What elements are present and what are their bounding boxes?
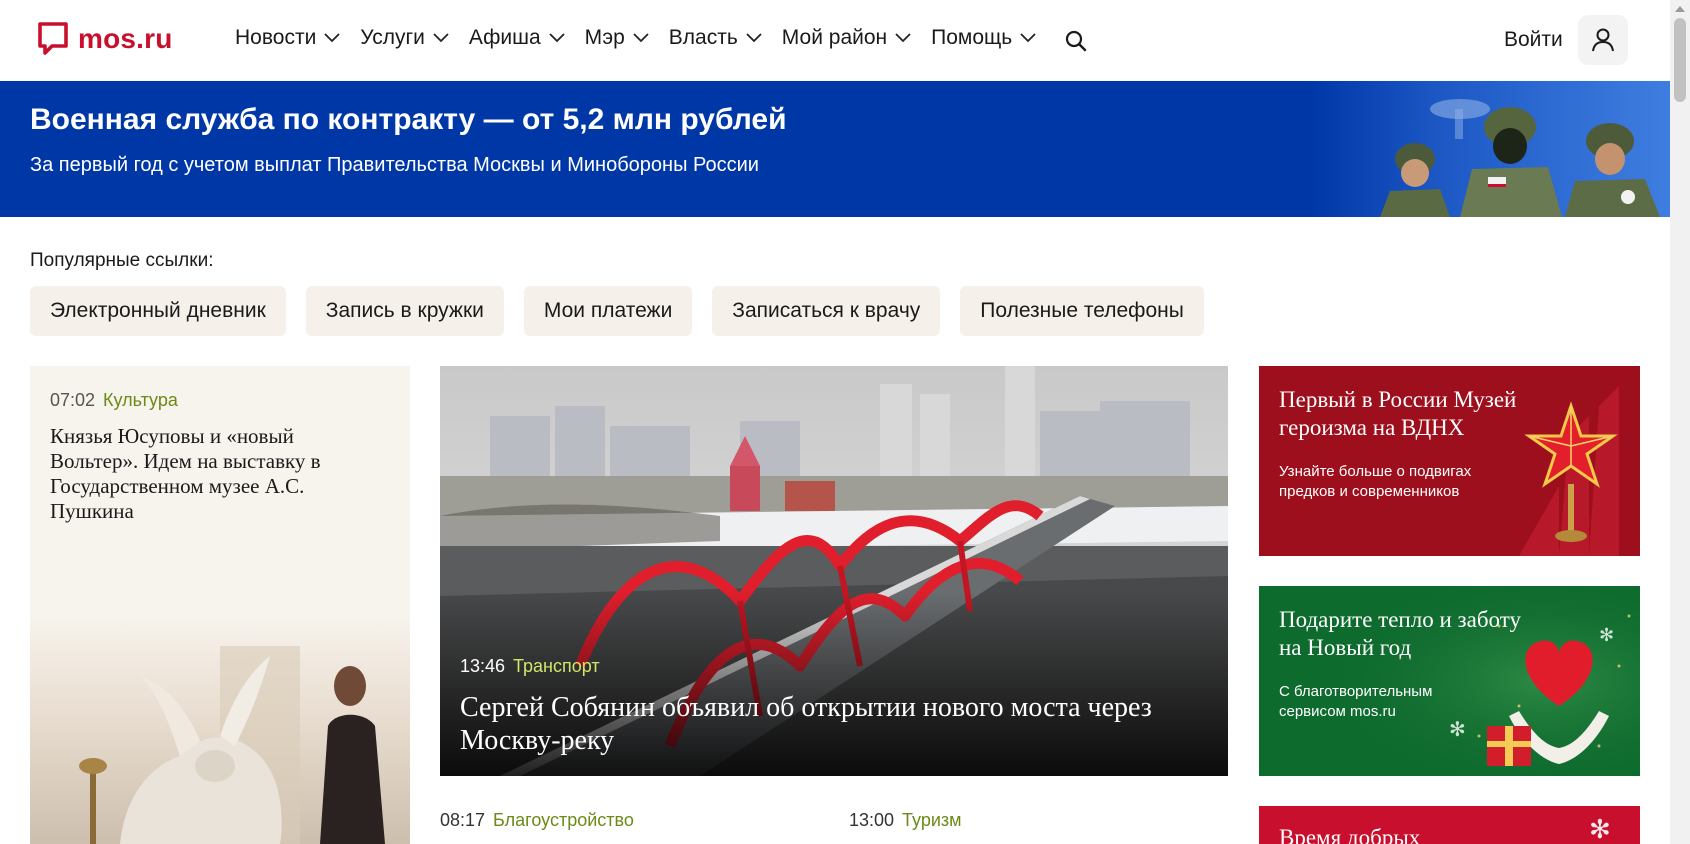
nav-item-label: Помощь: [931, 26, 1013, 49]
promo-time-of-good-deeds[interactable]: ✻ Время добрых: [1259, 806, 1640, 844]
popular-link-payments[interactable]: Мои платежи: [523, 286, 693, 336]
nav-item-label: Мэр: [584, 26, 625, 49]
chevron-down-icon: [633, 33, 649, 43]
news-time: 08:17: [440, 810, 486, 830]
nav-item-label: Афиша: [468, 26, 541, 49]
news-category: Благоустройство: [493, 810, 634, 830]
promo-charity-new-year[interactable]: ✻ ✻ Подарите тепло и заботу на Новый год…: [1259, 586, 1640, 776]
popular-links: Электронный дневник Запись в кружки Мои …: [30, 286, 1204, 336]
nav-item-label: Новости: [235, 26, 317, 49]
search-button[interactable]: [1064, 29, 1088, 53]
promo-banner[interactable]: Военная служба по контракту — от 5,2 млн…: [0, 81, 1670, 217]
nav-item-label: Власть: [668, 26, 738, 49]
news-time: 07:02: [50, 390, 96, 410]
chevron-down-icon: [433, 33, 449, 43]
logo[interactable]: mos.ru: [38, 22, 173, 56]
nav-item-help[interactable]: Помощь: [931, 26, 1036, 50]
svg-text:✻: ✻: [1589, 815, 1611, 844]
news-category: Культура: [103, 390, 178, 410]
promo-title: Первый в России Музей героизма на ВДНХ: [1279, 387, 1517, 440]
popular-link-diary[interactable]: Электронный дневник: [30, 286, 286, 336]
news-item[interactable]: 08:17 Благоустройство: [440, 810, 634, 831]
logo-text: mos.ru: [78, 23, 173, 54]
banner-title: Военная служба по контракту — от 5,2 млн…: [30, 103, 787, 136]
chevron-down-icon: [746, 33, 762, 43]
featured-news-title: Сергей Собянин объявил об открытии новог…: [460, 692, 1152, 756]
featured-news[interactable]: 13:46 Транспорт Сергей Собянин объявил об…: [440, 366, 1228, 776]
nav-item-government[interactable]: Власть: [669, 26, 762, 50]
scroll-up-arrow-icon[interactable]: [1675, 6, 1685, 12]
chevron-down-icon: [1020, 33, 1036, 43]
nav-item-mayor[interactable]: Мэр: [585, 26, 649, 50]
page-scrollbar[interactable]: [1670, 0, 1690, 844]
scrollbar-thumb[interactable]: [1674, 18, 1686, 102]
chevron-down-icon: [895, 33, 911, 43]
popular-links-label: Популярные ссылки:: [30, 250, 214, 271]
user-icon: [1592, 28, 1614, 52]
news-meta: 07:02 Культура: [50, 390, 178, 411]
chevron-down-icon: [549, 33, 565, 43]
promo-title: Подарите тепло и заботу на Новый год: [1279, 607, 1521, 660]
news-item[interactable]: 13:00 Туризм: [849, 810, 962, 831]
promo-title: Время добрых: [1279, 825, 1421, 844]
news-category: Транспорт: [513, 656, 600, 676]
news-time: 13:00: [849, 810, 895, 830]
news-time: 13:46: [460, 656, 506, 676]
chevron-down-icon: [324, 33, 340, 43]
search-icon: [1065, 30, 1087, 52]
news-title: Князья Юсуповы и «новый Вольтер». Идем н…: [50, 424, 321, 523]
nav-item-afisha[interactable]: Афиша: [469, 26, 565, 50]
nav-item-services[interactable]: Услуги: [360, 26, 449, 50]
soldiers-illustration: [1310, 81, 1670, 217]
news-meta: 13:46 Транспорт: [460, 656, 600, 677]
site-header: mos.ru Новости Услуги Афиша Мэр Власть М…: [0, 0, 1670, 81]
popular-link-phones[interactable]: Полезные телефоны: [960, 286, 1204, 336]
sculpture-photo: [30, 616, 410, 844]
nav-item-news[interactable]: Новости: [235, 26, 340, 50]
login-link[interactable]: Войти: [1504, 28, 1563, 52]
popular-link-clubs[interactable]: Запись в кружки: [305, 286, 504, 336]
promo-description: С благотворительным сервисом mos.ru: [1279, 683, 1433, 720]
nav-item-my-district[interactable]: Мой район: [782, 26, 911, 50]
svg-text:✻: ✻: [1599, 625, 1614, 646]
promo-museum-heroism[interactable]: Первый в России Музей героизма на ВДНХ У…: [1259, 366, 1640, 556]
banner-subtitle: За первый год с учетом выплат Правительс…: [30, 154, 759, 176]
nav-item-label: Мой район: [781, 26, 888, 49]
nav-item-label: Услуги: [360, 26, 425, 49]
promo-description: Узнайте больше о подвигах предков и совр…: [1279, 463, 1472, 500]
popular-link-doctor[interactable]: Записаться к врачу: [712, 286, 941, 336]
logo-icon: [38, 22, 68, 56]
news-category: Туризм: [902, 810, 962, 830]
main-nav: Новости Услуги Афиша Мэр Власть Мой райо…: [235, 26, 1056, 50]
profile-button[interactable]: [1578, 15, 1628, 65]
news-card-culture[interactable]: 07:02 Культура Князья Юсуповы и «новый Во…: [30, 366, 410, 844]
